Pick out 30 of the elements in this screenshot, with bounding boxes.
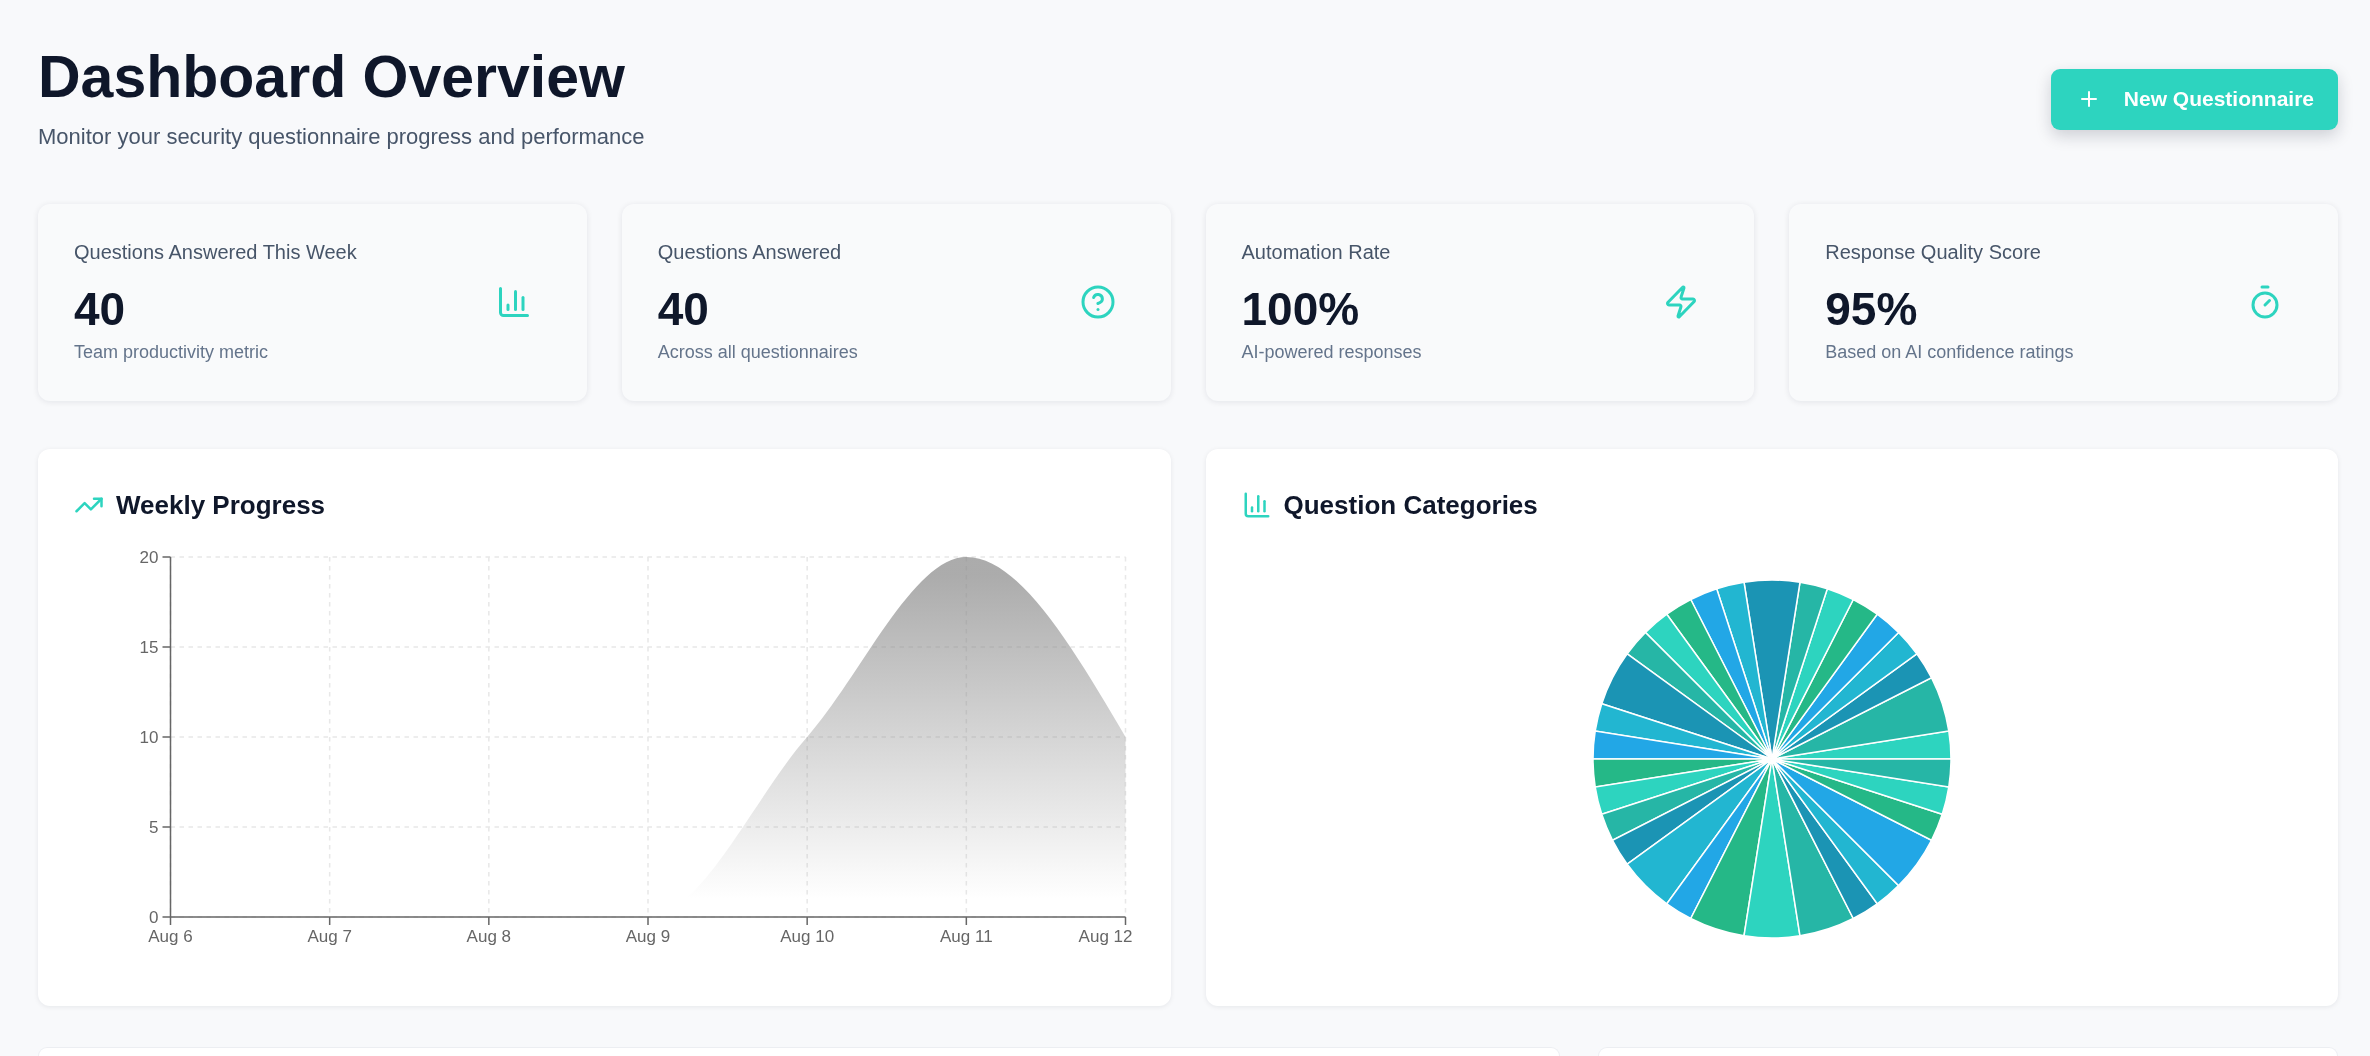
chart-title: Weekly Progress bbox=[116, 489, 326, 521]
x-axis-label: Aug 9 bbox=[625, 927, 671, 946]
stat-caption: Based on AI confidence ratings bbox=[1825, 341, 2074, 364]
stat-value: 40 bbox=[657, 286, 710, 332]
y-axis-label: 5 bbox=[149, 817, 159, 837]
x-axis-label: Aug 6 bbox=[148, 927, 193, 946]
x-axis-label: Aug 12 bbox=[1078, 927, 1133, 946]
page-subtitle: Monitor your security questionnaire progress and performance bbox=[38, 123, 645, 151]
stat-label: Automation Rate bbox=[1241, 240, 1392, 265]
stat-value: 40 bbox=[74, 286, 127, 332]
x-axis-label: Aug 8 bbox=[466, 927, 512, 946]
chart-title: Question Categories bbox=[1283, 489, 1538, 521]
y-axis-label: 20 bbox=[139, 547, 159, 567]
stat-label: Questions Answered bbox=[657, 240, 843, 265]
stat-caption: Team productivity metric bbox=[74, 341, 270, 364]
x-axis-label: Aug 7 bbox=[307, 927, 352, 946]
stat-caption: AI-powered responses bbox=[1241, 341, 1422, 364]
stat-value: 95% bbox=[1825, 286, 1919, 332]
stat-label: Questions Answered This Week bbox=[74, 240, 357, 265]
y-axis-label: 15 bbox=[139, 637, 159, 657]
x-axis-label: Aug 11 bbox=[940, 927, 993, 946]
y-axis-label: 10 bbox=[139, 727, 159, 747]
y-axis-label: 0 bbox=[149, 907, 159, 927]
stat-value: 100% bbox=[1241, 286, 1361, 332]
x-axis-label: Aug 10 bbox=[780, 927, 835, 946]
stat-caption: Across all questionnaires bbox=[657, 341, 858, 364]
new-questionnaire-button[interactable]: New Questionnaire bbox=[2050, 68, 2338, 130]
page-title: Dashboard Overview bbox=[38, 47, 626, 107]
stat-label: Response Quality Score bbox=[1825, 240, 2042, 265]
question-circle-icon bbox=[1079, 283, 1116, 320]
